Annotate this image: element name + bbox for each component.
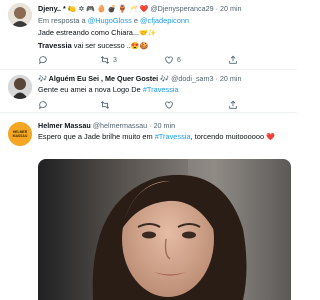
tweet-emoji: ❤️ (266, 134, 275, 141)
tweet-emoji: 😍🍪 (130, 43, 149, 50)
share-button[interactable] (228, 55, 238, 65)
tweet-text-line-1: Jade estreando como Chiara...🤝✨ (38, 27, 291, 40)
reply-prefix: Em resposta a (38, 16, 86, 25)
user-name[interactable]: Helmer Massau (38, 121, 91, 130)
avatar[interactable]: HELMER MASSAU (8, 122, 32, 146)
like-button[interactable] (164, 100, 177, 110)
helmer-massau-logo: HELMER MASSAU (8, 122, 32, 146)
like-count: 6 (177, 56, 181, 64)
reply-context: Em resposta a @HugoGloss e @cfjadepiconn (38, 15, 291, 27)
tweet-text: Espero que a Jade brilhe muito em #Trave… (38, 131, 291, 144)
tweet-text-prefix: Espero que a Jade brilhe muito em (38, 132, 153, 141)
tweet-actions (38, 100, 288, 112)
retweet-button[interactable] (100, 100, 113, 110)
like-button[interactable]: 6 (164, 55, 181, 65)
user-name[interactable]: 🎶 Alguém Eu Sei , Me Quer Gostei 🎶 (38, 74, 169, 83)
video-still-woman-portrait (38, 159, 291, 300)
avatar-image (8, 75, 32, 99)
share-icon (229, 100, 237, 109)
share-button[interactable] (228, 100, 238, 110)
svg-text:MASSAU: MASSAU (13, 134, 28, 138)
timestamp[interactable]: · 20 min (216, 4, 242, 13)
reply-button[interactable] (38, 55, 51, 65)
user-handle[interactable]: @helmermassau (93, 121, 147, 130)
tweet-header: Helmer Massau @helmermassau · 20 min (38, 120, 291, 131)
hashtag-link[interactable]: #Travessia (155, 132, 191, 141)
avatar[interactable] (8, 3, 32, 27)
tweet-text: Gente eu amei a nova Logo De #Travessia (38, 84, 291, 96)
reply-and: e (133, 16, 138, 25)
hashtag-link[interactable]: #Travessia (143, 85, 179, 94)
share-icon (229, 55, 237, 64)
tweet-text-suffix: , torcendo muitoooooo (190, 132, 265, 141)
tweet-text-line-2: Travessia vai ser sucesso ..😍🍪 (38, 40, 291, 53)
reply-icon (39, 101, 47, 110)
tweet-header: Djeny.. * 🍋 ✡ 🎮 🥚 💣 🏺 🥂 ❤️ @Djenysperanc… (38, 3, 291, 15)
retweet-count: 3 (113, 56, 117, 64)
reply-button[interactable] (38, 100, 51, 110)
mention-link[interactable]: @HugoGloss (88, 16, 132, 25)
like-icon (165, 56, 173, 64)
tweet-text-prefix: Gente eu amei a nova Logo De (38, 85, 141, 94)
user-handle[interactable]: @Djenysperanca29 (150, 4, 213, 13)
tweet-text: vai ser sucesso .. (73, 41, 131, 50)
tweet-bold-text: Travessia (38, 41, 72, 50)
tweet-header: 🎶 Alguém Eu Sei , Me Quer Gostei 🎶 @dodi… (38, 73, 291, 84)
tweet-1[interactable]: Djeny.. * 🍋 ✡ 🎮 🥚 💣 🏺 🥂 ❤️ @Djenysperanc… (0, 0, 297, 68)
mention-link[interactable]: @cfjadepiconn (140, 16, 189, 25)
retweet-icon (100, 56, 110, 64)
tweet-2[interactable]: 🎶 Alguém Eu Sei , Me Quer Gostei 🎶 @dodi… (0, 70, 297, 110)
tweet-media-image[interactable] (38, 159, 291, 300)
user-handle[interactable]: @dodi_sam3 (171, 74, 213, 83)
retweet-icon (100, 101, 110, 109)
user-name[interactable]: Djeny.. * (38, 4, 66, 13)
name-emojis: 🍋 ✡ 🎮 🥚 💣 🏺 🥂 ❤️ (67, 6, 149, 13)
timestamp[interactable]: · 20 min (216, 74, 242, 83)
avatar[interactable] (8, 75, 32, 99)
retweet-button[interactable]: 3 (100, 55, 117, 65)
avatar-image (8, 3, 32, 27)
timestamp[interactable]: · 20 min (149, 121, 175, 130)
reply-icon (39, 56, 47, 65)
tweet-emoji: 🤝✨ (139, 30, 157, 37)
tweet-actions: 3 6 (38, 55, 288, 67)
like-icon (165, 101, 173, 109)
tweet-text: Jade estreando como Chiara... (38, 28, 140, 37)
